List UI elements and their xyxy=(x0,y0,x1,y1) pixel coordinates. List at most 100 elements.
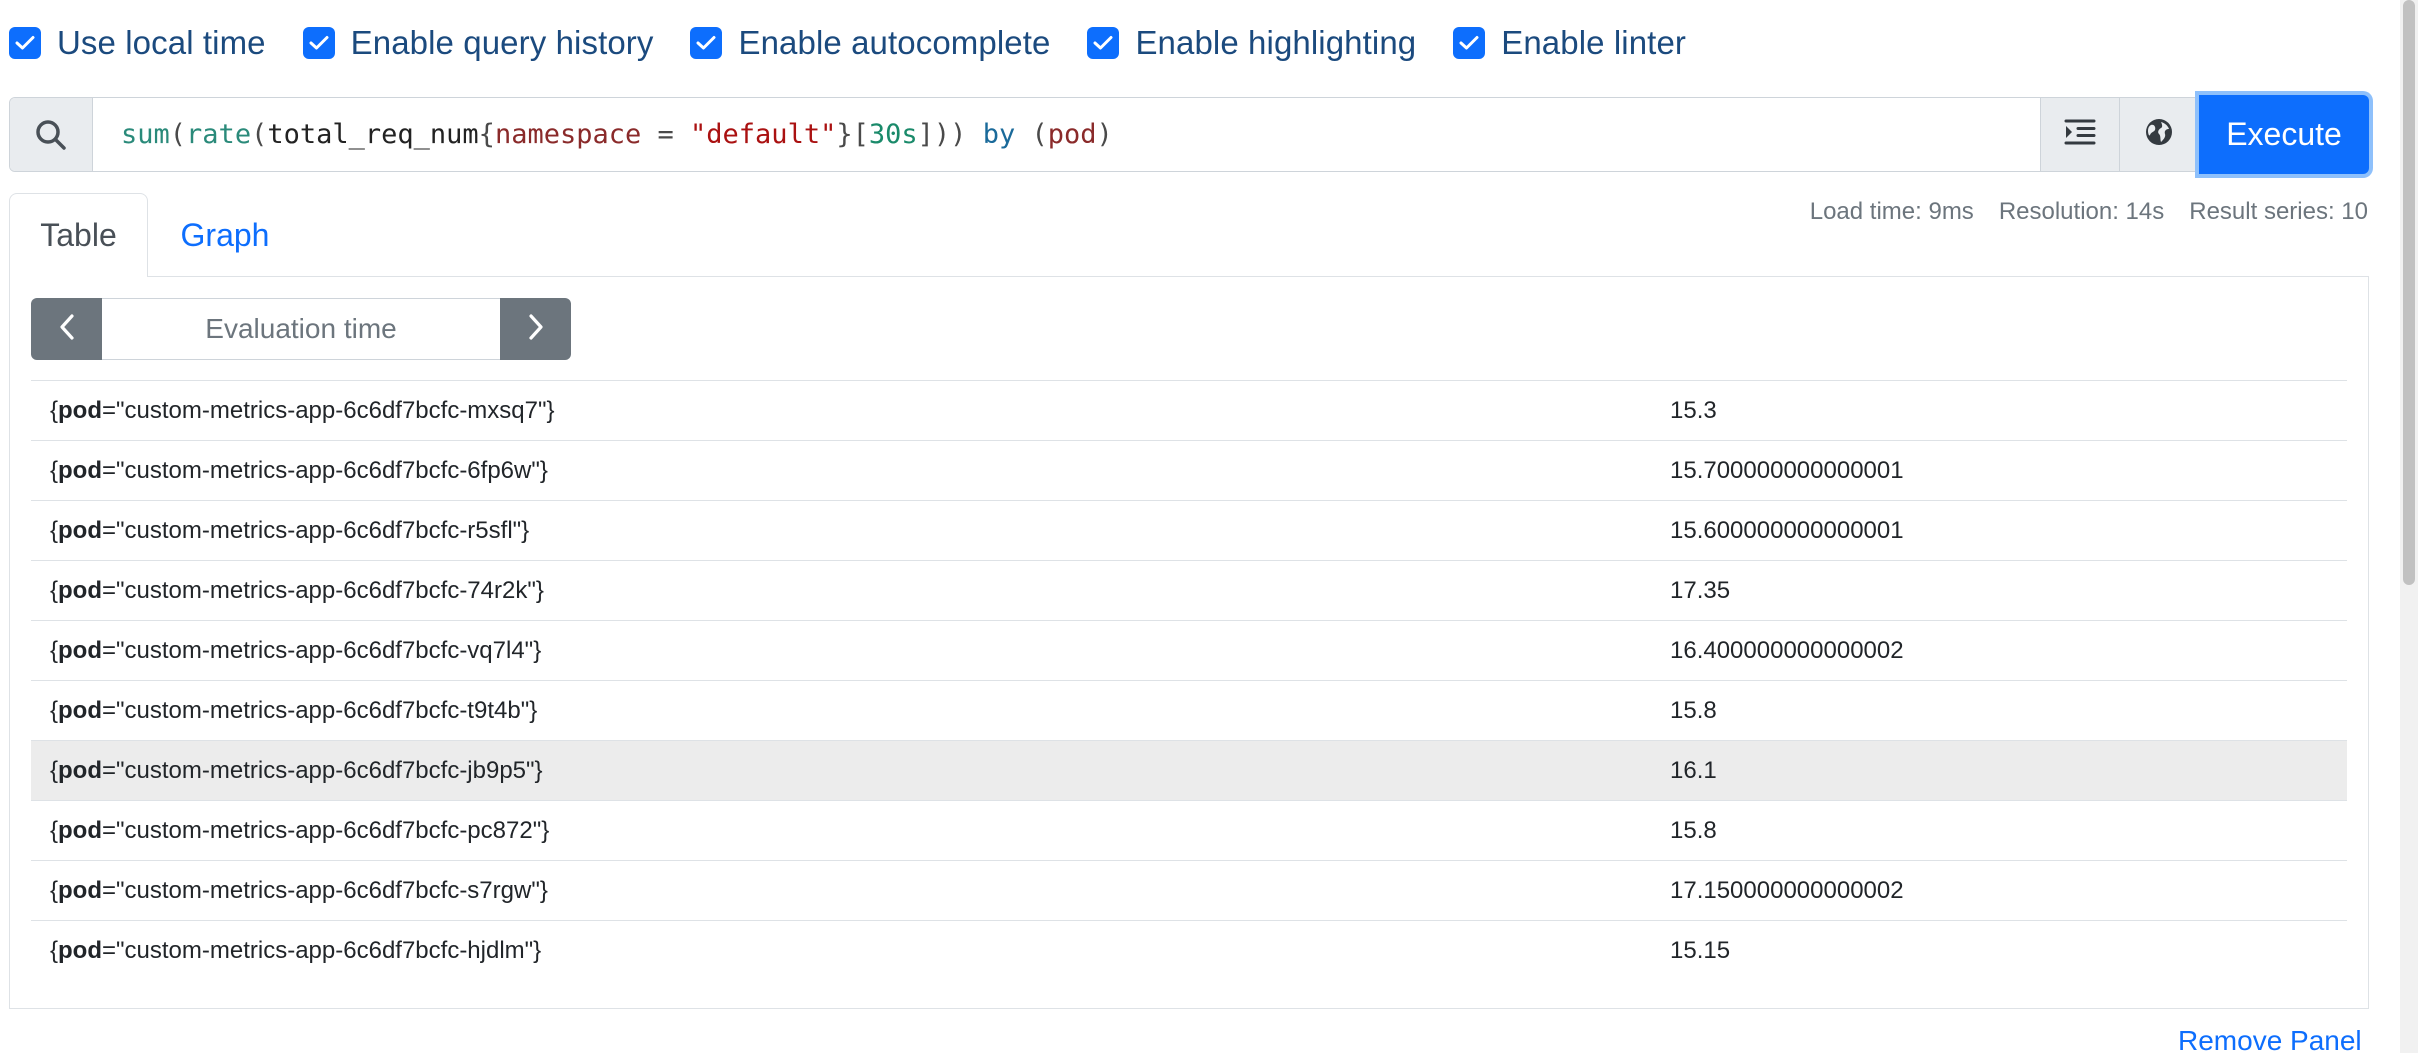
brace: { xyxy=(50,696,59,724)
table-row: {pod="custom-metrics-app-6c6df7bcfc-hjdl… xyxy=(31,920,2347,981)
brace: { xyxy=(50,576,59,604)
option-label: Enable highlighting xyxy=(1135,24,1417,61)
checkbox-checked-icon[interactable] xyxy=(690,27,723,59)
table-panel: Evaluation time {pod="custom-metrics-app… xyxy=(9,276,2369,1009)
label-key: pod xyxy=(58,816,102,844)
label-value: ="custom-metrics-app-6c6df7bcfc-jb9p5"} xyxy=(102,756,543,784)
resolution: Resolution: 14s xyxy=(1998,198,2165,225)
indent-icon xyxy=(2064,118,2096,151)
brace: { xyxy=(50,516,59,544)
query-token: 30s xyxy=(868,119,918,150)
option-enable-autocomplete[interactable]: Enable autocomplete xyxy=(690,24,1050,62)
brace: { xyxy=(50,936,59,964)
label-key: pod xyxy=(58,696,102,724)
table-row: {pod="custom-metrics-app-6c6df7bcfc-mxsq… xyxy=(31,380,2347,441)
remove-panel-link[interactable]: Remove Panel xyxy=(2178,1025,2362,1057)
table-row: {pod="custom-metrics-app-6c6df7bcfc-t9t4… xyxy=(31,680,2347,741)
label-value: ="custom-metrics-app-6c6df7bcfc-s7rgw"} xyxy=(102,876,548,904)
table-row: {pod="custom-metrics-app-6c6df7bcfc-vq7l… xyxy=(31,620,2347,681)
option-label: Enable autocomplete xyxy=(738,24,1051,61)
expression-editor[interactable]: sum(rate(total_req_num{namespace = "defa… xyxy=(93,98,2040,171)
series-label: {pod="custom-metrics-app-6c6df7bcfc-r5sf… xyxy=(31,501,1670,561)
label-value: ="custom-metrics-app-6c6df7bcfc-t9t4b"} xyxy=(102,696,538,724)
label-key: pod xyxy=(58,636,102,664)
option-label: Use local time xyxy=(57,24,266,61)
query-token: sum xyxy=(121,119,170,150)
query-token: "default" xyxy=(690,119,837,150)
label-value: ="custom-metrics-app-6c6df7bcfc-74r2k"} xyxy=(102,576,544,604)
query-token: ( xyxy=(169,119,187,150)
series-label: {pod="custom-metrics-app-6c6df7bcfc-pc87… xyxy=(31,801,1670,861)
search-icon xyxy=(10,98,93,171)
chevron-left-icon xyxy=(59,313,75,345)
option-enable-highlighting[interactable]: Enable highlighting xyxy=(1087,24,1416,62)
series-value: 17.150000000000002 xyxy=(1670,876,1904,904)
query-token: ( xyxy=(251,119,268,150)
series-label: {pod="custom-metrics-app-6c6df7bcfc-s7rg… xyxy=(31,861,1670,921)
format-expression-button[interactable] xyxy=(2040,98,2119,171)
globe-icon xyxy=(2143,116,2175,153)
checkbox-checked-icon[interactable] xyxy=(1087,27,1120,59)
scrollbar-thumb[interactable] xyxy=(2403,0,2415,585)
series-label: {pod="custom-metrics-app-6c6df7bcfc-hjdl… xyxy=(31,921,1670,981)
result-series: Result series: 10 xyxy=(2189,198,2368,225)
tab-graph[interactable]: Graph xyxy=(160,193,290,277)
query-token: [ xyxy=(852,119,869,150)
query-options: Use local time Enable query history Enab… xyxy=(9,20,1723,66)
series-label: {pod="custom-metrics-app-6c6df7bcfc-mxsq… xyxy=(31,381,1670,441)
metrics-explorer-button[interactable] xyxy=(2119,98,2198,171)
query-token: )) xyxy=(933,119,967,150)
chevron-right-icon xyxy=(528,313,544,345)
series-label: {pod="custom-metrics-app-6c6df7bcfc-jb9p… xyxy=(31,741,1670,801)
query-stats: Load time: 9ms Resolution: 14s Result se… xyxy=(1785,198,2368,226)
series-label: {pod="custom-metrics-app-6c6df7bcfc-vq7l… xyxy=(31,621,1670,681)
previous-time-button[interactable] xyxy=(31,298,102,360)
query-token: total_req_num xyxy=(267,119,479,150)
query-token: { xyxy=(478,119,495,150)
table-row: {pod="custom-metrics-app-6c6df7bcfc-pc87… xyxy=(31,800,2347,861)
series-label: {pod="custom-metrics-app-6c6df7bcfc-6fp6… xyxy=(31,441,1670,501)
brace: { xyxy=(50,456,59,484)
option-enable-linter[interactable]: Enable linter xyxy=(1453,24,1686,62)
label-key: pod xyxy=(58,576,102,604)
checkbox-checked-icon[interactable] xyxy=(9,27,41,59)
label-value: ="custom-metrics-app-6c6df7bcfc-pc872"} xyxy=(102,816,550,844)
query-token: ) xyxy=(1096,119,1113,150)
option-enable-query-history[interactable]: Enable query history xyxy=(302,24,654,62)
query-token: = xyxy=(641,119,691,150)
tab-table[interactable]: Table xyxy=(9,193,148,277)
brace: { xyxy=(50,636,59,664)
brace: { xyxy=(50,756,59,784)
label-value: ="custom-metrics-app-6c6df7bcfc-r5sfl"} xyxy=(102,516,530,544)
query-token: ( xyxy=(1031,119,1048,150)
label-value: ="custom-metrics-app-6c6df7bcfc-vq7l4"} xyxy=(102,636,542,664)
execute-button[interactable]: Execute xyxy=(2199,95,2369,174)
series-value: 15.3 xyxy=(1670,396,1717,424)
series-label: {pod="custom-metrics-app-6c6df7bcfc-74r2… xyxy=(31,561,1670,621)
checkbox-checked-icon[interactable] xyxy=(1453,27,1486,59)
series-value: 16.400000000000002 xyxy=(1670,636,1904,664)
query-token: pod xyxy=(1047,119,1097,150)
brace: { xyxy=(50,876,59,904)
series-label: {pod="custom-metrics-app-6c6df7bcfc-t9t4… xyxy=(31,681,1670,741)
label-key: pod xyxy=(58,876,102,904)
label-key: pod xyxy=(58,516,102,544)
option-use-local-time[interactable]: Use local time xyxy=(9,24,266,62)
checkbox-checked-icon[interactable] xyxy=(302,27,335,59)
series-value: 15.15 xyxy=(1670,936,1731,964)
evaluation-time-input[interactable]: Evaluation time xyxy=(102,298,500,360)
label-value: ="custom-metrics-app-6c6df7bcfc-hjdlm"} xyxy=(102,936,542,964)
brace: { xyxy=(50,396,59,424)
evaluation-time-picker: Evaluation time xyxy=(31,298,571,360)
page-scrollbar[interactable] xyxy=(2400,0,2418,1053)
load-time: Load time: 9ms xyxy=(1809,198,1974,225)
label-value: ="custom-metrics-app-6c6df7bcfc-mxsq7"} xyxy=(102,396,555,424)
label-key: pod xyxy=(58,396,102,424)
label-value: ="custom-metrics-app-6c6df7bcfc-6fp6w"} xyxy=(102,456,548,484)
label-key: pod xyxy=(58,936,102,964)
next-time-button[interactable] xyxy=(500,298,571,360)
option-label: Enable query history xyxy=(350,24,654,61)
query-token: } xyxy=(836,119,853,150)
table-row: {pod="custom-metrics-app-6c6df7bcfc-r5sf… xyxy=(31,500,2347,561)
label-key: pod xyxy=(58,756,102,784)
